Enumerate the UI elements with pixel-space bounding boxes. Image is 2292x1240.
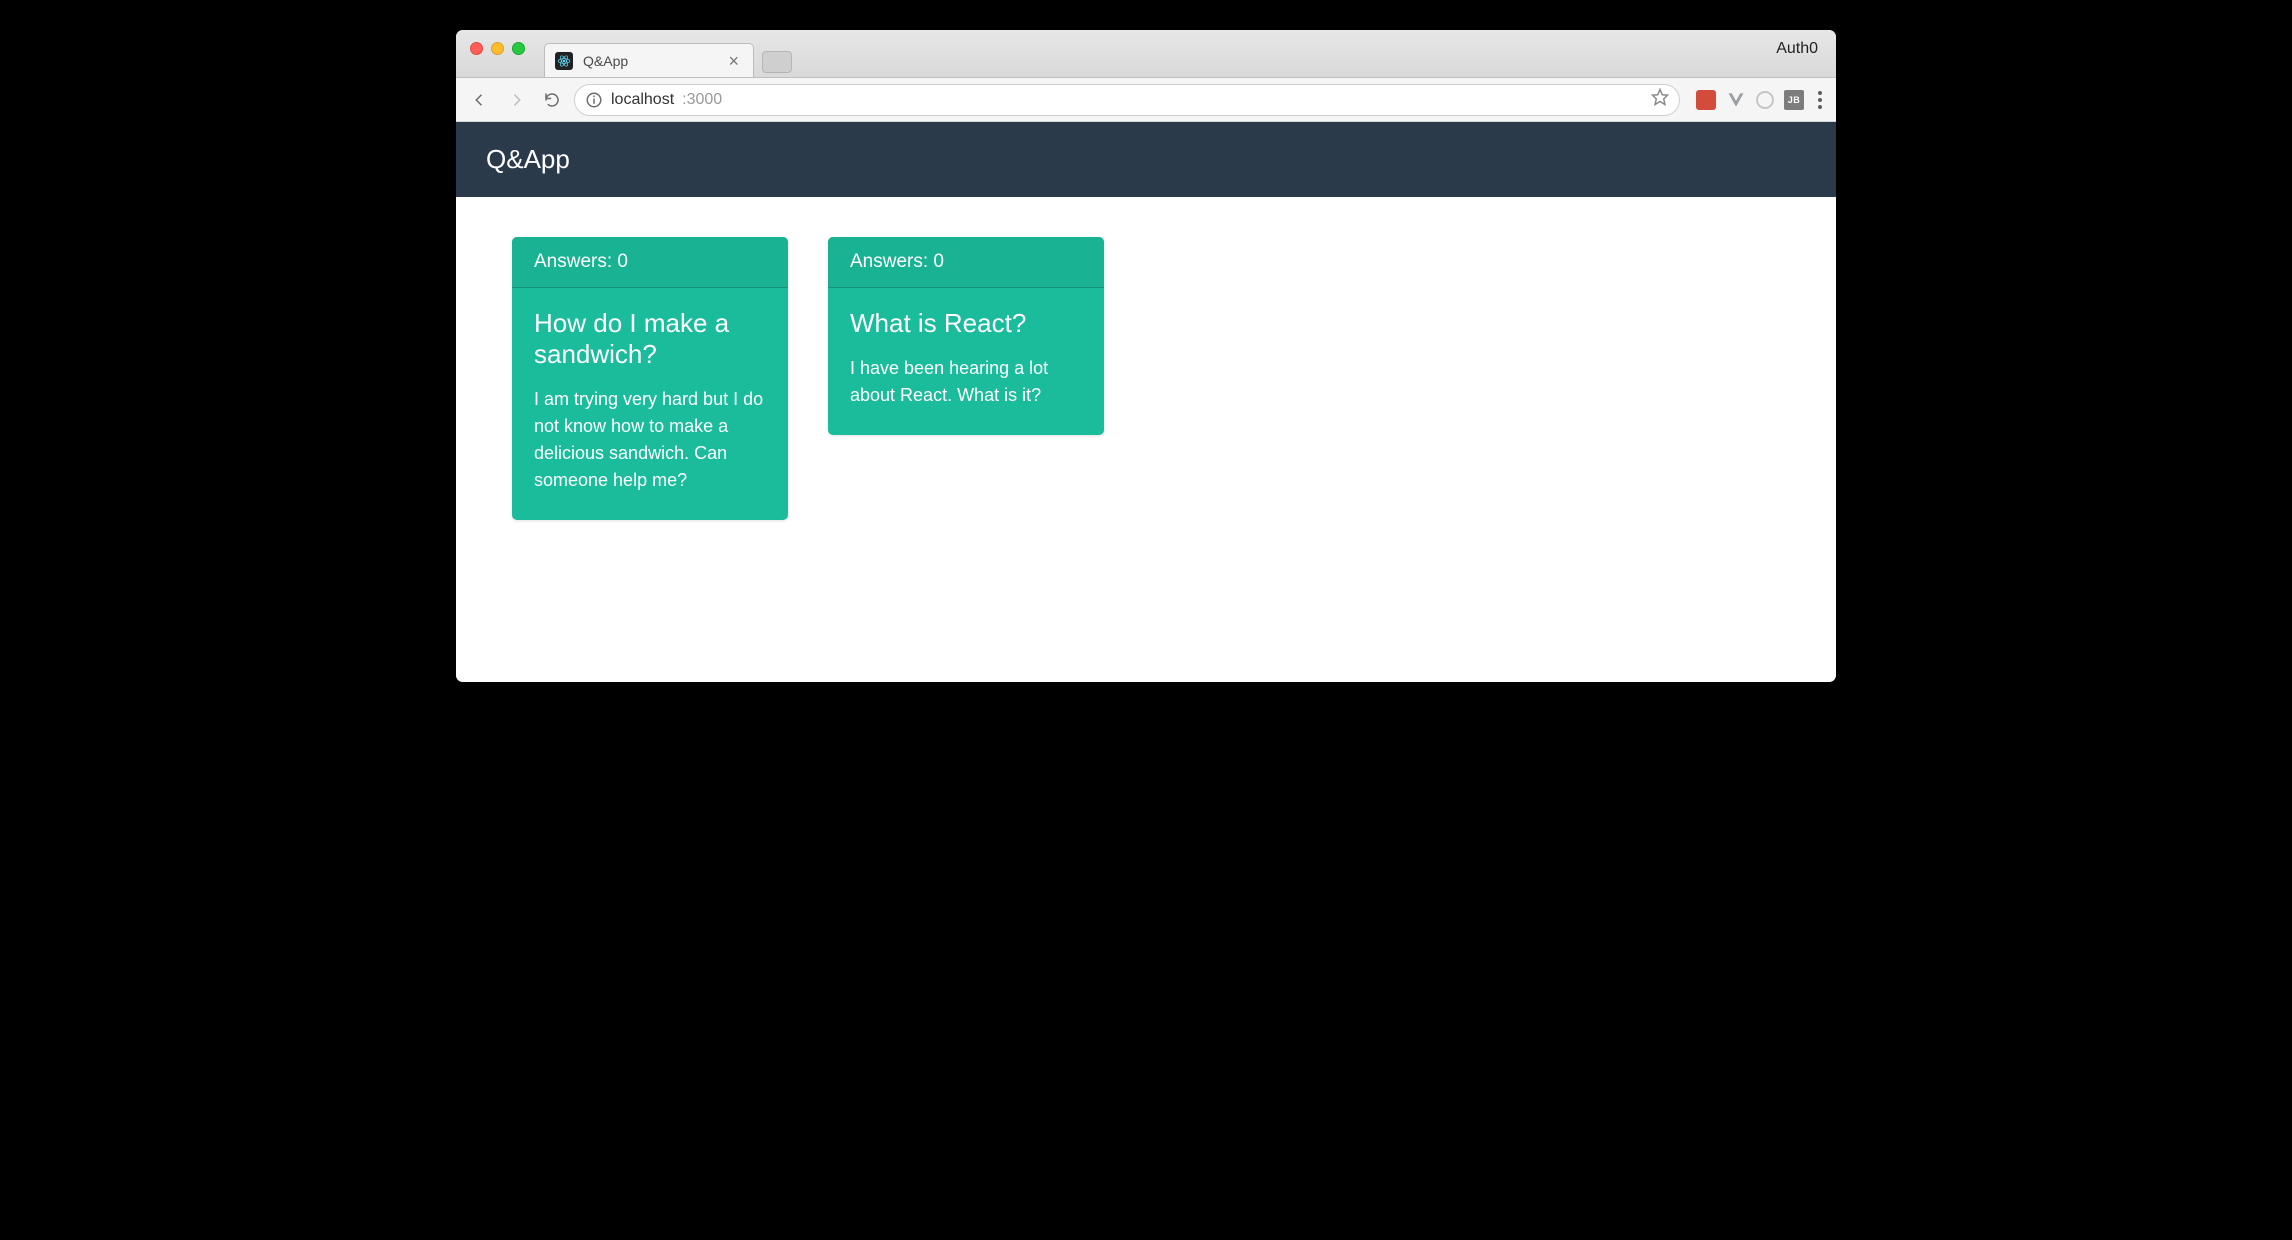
browser-window: Auth0 Q&App ×	[456, 30, 1836, 682]
menu-bar-app-label: Auth0	[1776, 40, 1818, 58]
maximize-window-button[interactable]	[512, 42, 525, 55]
app-navbar: Q&App	[456, 122, 1836, 197]
card-title: How do I make a sandwich?	[534, 308, 766, 370]
forward-button[interactable]	[502, 86, 530, 114]
browser-menu-button[interactable]	[1814, 91, 1826, 109]
url-rest: :3000	[682, 91, 722, 109]
browser-tab-active[interactable]: Q&App ×	[544, 43, 754, 77]
card-description: I have been hearing a lot about React. W…	[850, 355, 1082, 409]
close-window-button[interactable]	[470, 42, 483, 55]
card-grid: Answers: 0 How do I make a sandwich? I a…	[456, 197, 1836, 580]
question-card[interactable]: Answers: 0 How do I make a sandwich? I a…	[512, 237, 788, 520]
site-info-icon[interactable]	[585, 91, 603, 109]
bookmark-star-icon[interactable]	[1651, 88, 1669, 111]
react-icon	[555, 52, 573, 70]
minimize-window-button[interactable]	[491, 42, 504, 55]
tab-strip: Q&App ×	[544, 30, 792, 77]
vue-devtools-icon[interactable]	[1726, 90, 1746, 110]
close-tab-button[interactable]: ×	[726, 52, 741, 70]
back-button[interactable]	[466, 86, 494, 114]
card-title: What is React?	[850, 308, 1082, 339]
card-description: I am trying very hard but I do not know …	[534, 386, 766, 494]
card-answers-count: Answers: 0	[512, 237, 788, 288]
titlebar: Auth0 Q&App ×	[456, 30, 1836, 78]
question-card[interactable]: Answers: 0 What is React? I have been he…	[828, 237, 1104, 435]
page-viewport: Q&App Answers: 0 How do I make a sandwic…	[456, 122, 1836, 682]
tab-title: Q&App	[583, 53, 716, 69]
address-bar[interactable]: localhost :3000	[574, 84, 1680, 116]
window-controls	[470, 42, 525, 55]
jetbrains-extension-icon[interactable]: JB	[1784, 90, 1804, 110]
url-host: localhost	[611, 91, 674, 109]
card-answers-count: Answers: 0	[828, 237, 1104, 288]
app-brand[interactable]: Q&App	[486, 144, 570, 174]
browser-toolbar: localhost :3000 JB	[456, 78, 1836, 122]
new-tab-button[interactable]	[762, 51, 792, 73]
extension-icon-3[interactable]	[1756, 91, 1774, 109]
extension-icon-1[interactable]	[1696, 90, 1716, 110]
extension-icons: JB	[1696, 90, 1826, 110]
reload-button[interactable]	[538, 86, 566, 114]
